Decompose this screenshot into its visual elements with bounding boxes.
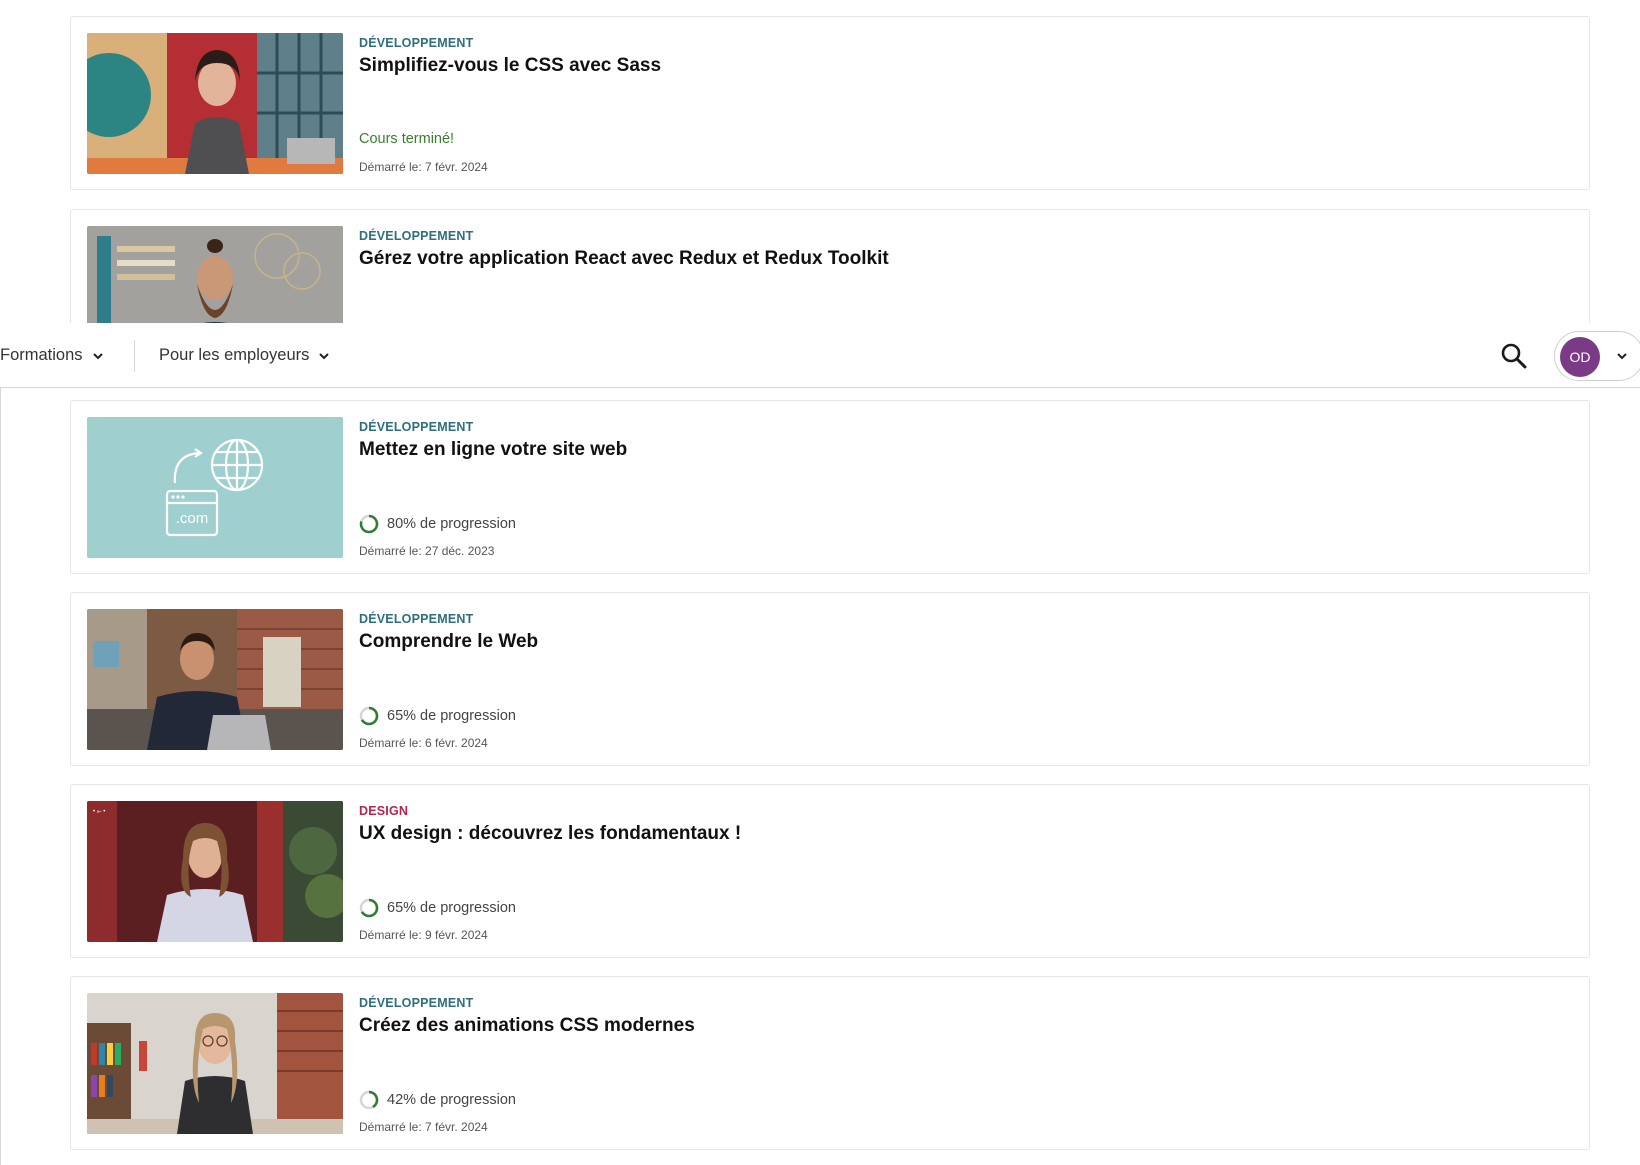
course-thumbnail: • ⟜ •: [87, 801, 343, 942]
course-title[interactable]: UX design : découvrez les fondamentaux !: [359, 823, 741, 845]
course-start-date: Démarré le: 27 déc. 2023: [359, 544, 495, 558]
course-start-date: Démarré le: 6 févr. 2024: [359, 736, 488, 750]
course-start-date: Démarré le: 7 févr. 2024: [359, 1120, 488, 1134]
top-navigation-bar: Formations Pour les employeurs OD: [0, 323, 1640, 388]
progress-ring-icon: [359, 706, 379, 726]
course-category: DESIGN: [359, 804, 409, 818]
course-progress: 80% de progression: [359, 514, 516, 534]
chevron-down-icon: [319, 352, 330, 359]
progress-ring-icon: [359, 898, 379, 918]
course-category: DÉVELOPPEMENT: [359, 229, 474, 243]
course-category: DÉVELOPPEMENT: [359, 420, 474, 434]
nav-employers[interactable]: Pour les employeurs: [159, 323, 331, 388]
course-progress: 42% de progression: [359, 1090, 516, 1110]
course-card[interactable]: DÉVELOPPEMENT Comprendre le Web 65% de p…: [70, 592, 1590, 766]
nav-formations-label: Formations: [0, 346, 83, 364]
course-category: DÉVELOPPEMENT: [359, 612, 474, 626]
chevron-down-icon: [92, 352, 103, 359]
svg-text:.com: .com: [176, 510, 209, 527]
course-title[interactable]: Mettez en ligne votre site web: [359, 439, 627, 461]
course-title[interactable]: Gérez votre application React avec Redux…: [359, 248, 889, 270]
course-card[interactable]: DÉVELOPPEMENT Créez des animations CSS m…: [70, 976, 1590, 1150]
progress-ring-icon: [359, 1090, 379, 1110]
course-thumbnail: [87, 226, 343, 323]
nav-employers-label: Pour les employeurs: [159, 346, 310, 364]
course-start-date: Démarré le: 9 févr. 2024: [359, 928, 488, 942]
progress-ring-icon: [359, 514, 379, 534]
course-card[interactable]: DÉVELOPPEMENT Gérez votre application Re…: [70, 209, 1590, 323]
course-status: Cours terminé!: [359, 131, 455, 147]
svg-text:• ⟜ •: • ⟜ •: [93, 809, 105, 815]
course-thumbnail: [87, 993, 343, 1134]
progress-label: 65% de progression: [387, 708, 516, 724]
course-category: DÉVELOPPEMENT: [359, 996, 474, 1010]
course-progress: 65% de progression: [359, 706, 516, 726]
course-thumbnail: [87, 609, 343, 750]
content-left-border: [0, 388, 1, 1165]
progress-label: 65% de progression: [387, 900, 516, 916]
search-icon[interactable]: [1498, 340, 1530, 372]
course-progress: 65% de progression: [359, 898, 516, 918]
progress-label: 80% de progression: [387, 516, 516, 532]
avatar: OD: [1560, 337, 1600, 377]
course-title[interactable]: Créez des animations CSS modernes: [359, 1015, 695, 1037]
course-category: DÉVELOPPEMENT: [359, 36, 474, 50]
nav-divider: [134, 340, 135, 372]
user-menu-button[interactable]: OD: [1554, 331, 1640, 381]
course-thumbnail: [87, 33, 343, 174]
progress-label: 42% de progression: [387, 1092, 516, 1108]
course-start-date: Démarré le: 7 févr. 2024: [359, 160, 488, 174]
course-thumbnail: .com: [87, 417, 343, 558]
scrolled-course-list: DÉVELOPPEMENT Simplifiez-vous le CSS ave…: [0, 0, 1640, 323]
course-card[interactable]: • ⟜ • DESIGN UX design : découvrez les f…: [70, 784, 1590, 958]
course-card[interactable]: DÉVELOPPEMENT Simplifiez-vous le CSS ave…: [70, 16, 1590, 190]
course-card[interactable]: .com DÉVELOPPEMENT Mettez en ligne votre…: [70, 400, 1590, 574]
course-title[interactable]: Simplifiez-vous le CSS avec Sass: [359, 55, 661, 77]
nav-formations[interactable]: Formations: [0, 323, 105, 388]
chevron-down-icon: [1617, 353, 1627, 360]
course-title[interactable]: Comprendre le Web: [359, 631, 538, 653]
